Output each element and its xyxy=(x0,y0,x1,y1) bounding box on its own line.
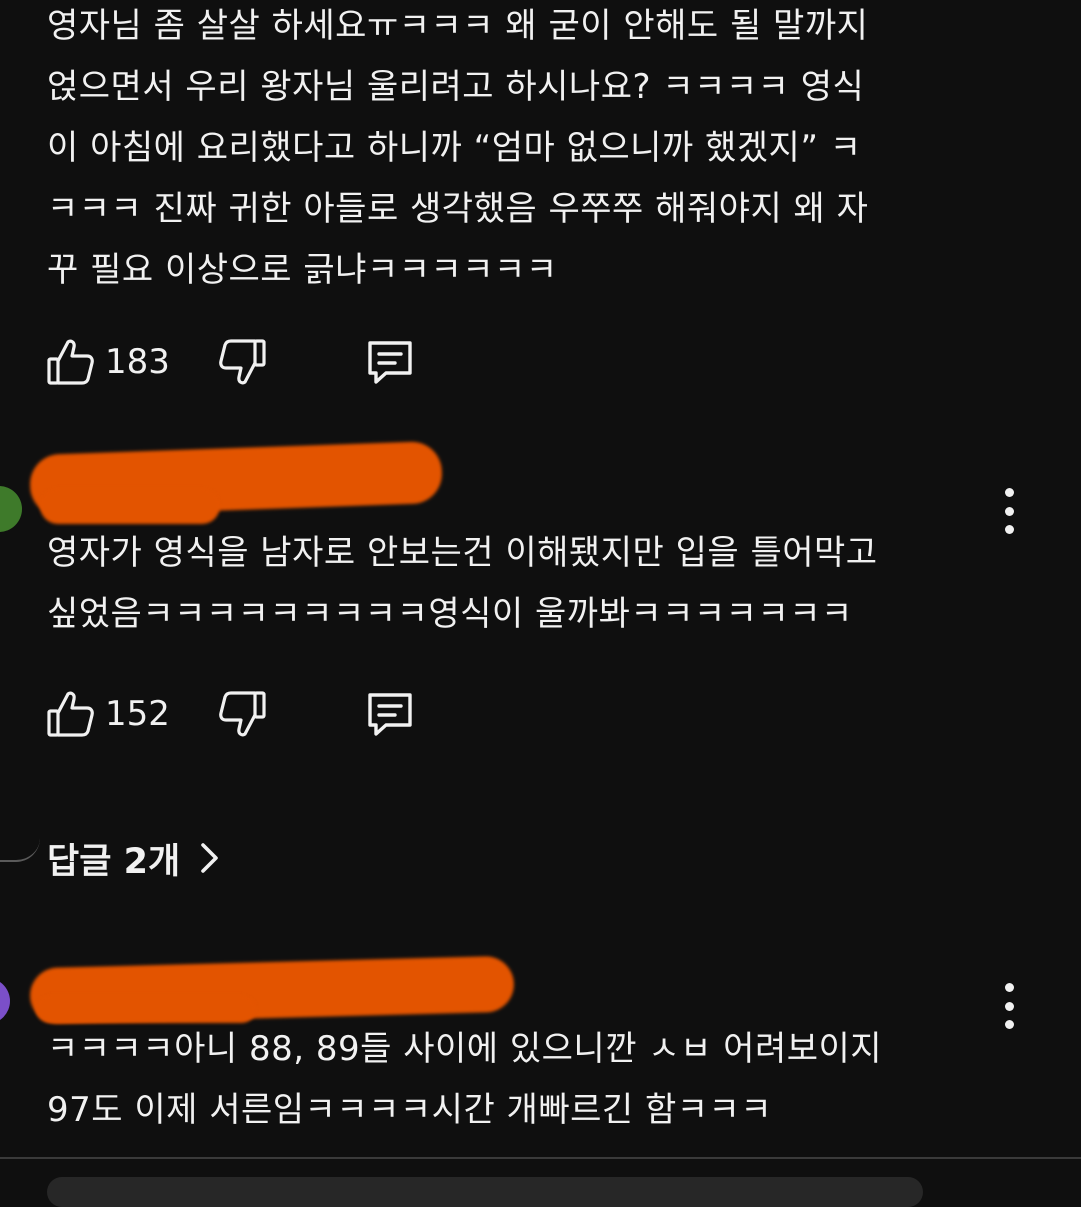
like-button[interactable]: 183 xyxy=(47,337,218,387)
more-vert-icon xyxy=(1004,488,1014,497)
comment-actions: 152 xyxy=(47,686,416,742)
thumbs-up-icon xyxy=(47,337,95,387)
comment-text: 영자님 좀 살살 하세요ㅠㅋㅋㅋ 왜 굳이 안해도 될 말까지 얹으면서 우리 … xyxy=(47,6,869,290)
divider xyxy=(0,1157,1081,1159)
avatar[interactable] xyxy=(0,486,22,532)
view-replies-button[interactable]: 답글 2개 xyxy=(47,832,220,884)
dislike-button[interactable] xyxy=(218,337,266,387)
dislike-button[interactable] xyxy=(218,689,266,739)
chevron-right-icon xyxy=(198,841,220,875)
comment-text: ㅋㅋㅋㅋ아니 88, 89들 사이에 있으니깐 ㅅㅂ 어려보이지 97도 이제 … xyxy=(47,1029,883,1130)
reply-icon xyxy=(364,689,416,739)
thumbs-down-icon xyxy=(218,689,266,739)
more-vert-icon xyxy=(1004,983,1014,992)
reply-button[interactable] xyxy=(364,337,416,387)
avatar[interactable] xyxy=(0,978,10,1024)
reply-button[interactable] xyxy=(364,689,416,739)
comment-text: 영자가 영식을 남자로 안보는건 이해됐지만 입을 틀어막고 싶었음ㅋㅋㅋㅋㅋㅋ… xyxy=(47,533,878,634)
replies-label: 답글 2개 xyxy=(47,841,181,882)
comment-actions: 183 xyxy=(47,334,416,390)
reply-icon xyxy=(364,337,416,387)
like-count: 183 xyxy=(105,342,170,382)
thumbs-down-icon xyxy=(218,337,266,387)
thread-line xyxy=(0,838,40,862)
redacted-username-tail xyxy=(40,488,220,524)
like-button[interactable]: 152 xyxy=(47,689,218,739)
like-count: 152 xyxy=(105,694,170,734)
bottom-input-bar[interactable] xyxy=(47,1177,923,1207)
thumbs-up-icon xyxy=(47,689,95,739)
